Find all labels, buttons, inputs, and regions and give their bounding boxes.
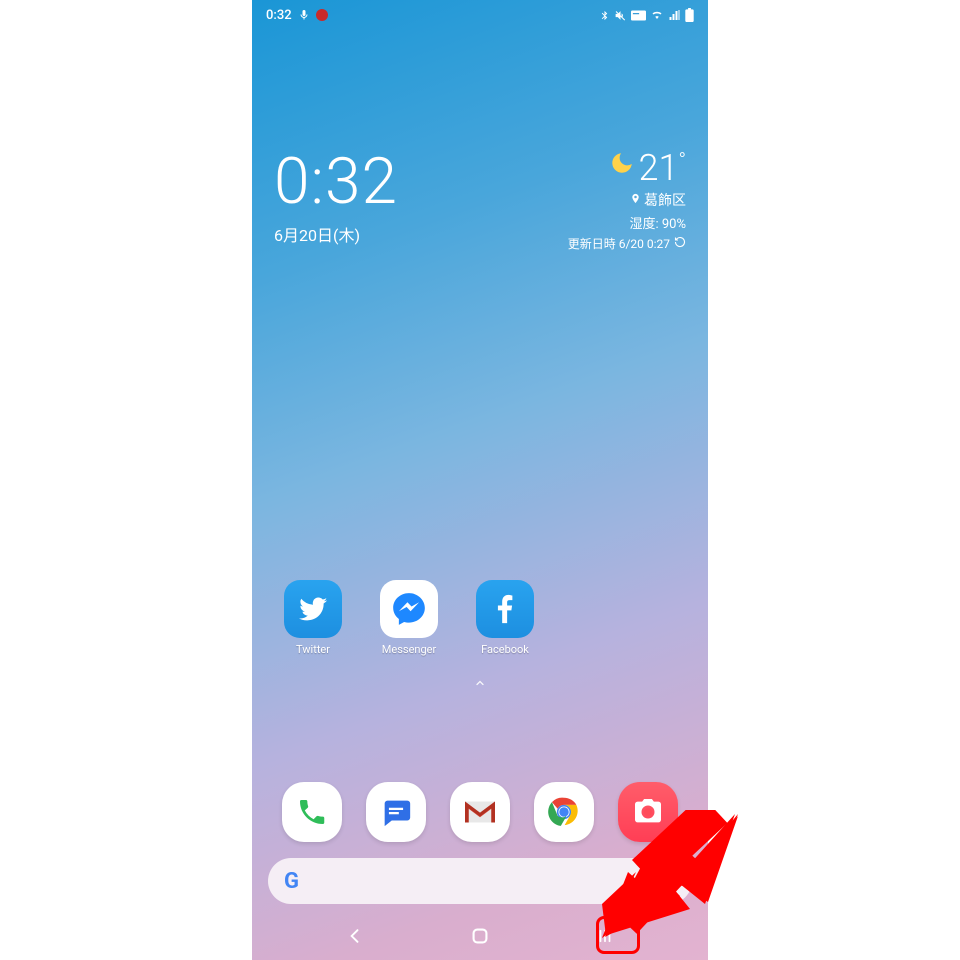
app-label: Twitter: [296, 643, 330, 656]
app-label: Messenger: [382, 643, 436, 656]
google-logo-icon: G: [284, 869, 299, 894]
battery-icon: [685, 8, 694, 22]
wifi-icon: [650, 9, 664, 21]
google-assistant-icon[interactable]: [644, 877, 676, 885]
google-search-bar[interactable]: G: [268, 858, 692, 904]
card-icon: [631, 10, 646, 21]
dock-gmail[interactable]: [450, 782, 510, 842]
home-apps-row: Twitter Messenger Facebook: [252, 580, 708, 656]
moon-icon: [609, 150, 635, 180]
record-dot-icon: [316, 9, 328, 21]
app-label: Facebook: [481, 643, 529, 656]
clock-widget[interactable]: 0:32 6月20日(木): [274, 150, 398, 252]
back-button[interactable]: [335, 916, 375, 956]
status-bar[interactable]: 0:32: [252, 0, 708, 30]
mic-icon: [298, 9, 310, 21]
weather-location: 葛飾区: [644, 190, 686, 210]
weather-widget[interactable]: 21° 葛飾区 湿度: 90% 更新日時 6/20 0:27: [568, 150, 686, 252]
messages-icon: [366, 782, 426, 842]
signal-icon: [668, 9, 681, 21]
clock-time: 0:32: [274, 150, 398, 214]
chrome-icon: [534, 782, 594, 842]
recents-button[interactable]: [585, 916, 625, 956]
app-twitter[interactable]: Twitter: [280, 580, 346, 656]
app-messenger[interactable]: Messenger: [376, 580, 442, 656]
status-time: 0:32: [266, 8, 292, 23]
dock: [252, 782, 708, 842]
facebook-icon: [476, 580, 534, 638]
weather-temperature: 21°: [639, 150, 687, 186]
dock-camera[interactable]: [618, 782, 678, 842]
chevron-up-icon[interactable]: [471, 674, 489, 693]
dock-messages[interactable]: [366, 782, 426, 842]
system-nav-bar: [252, 912, 708, 960]
weather-update-time: 更新日時 6/20 0:27: [568, 235, 670, 252]
dock-phone[interactable]: [282, 782, 342, 842]
gmail-icon: [450, 782, 510, 842]
refresh-icon[interactable]: [674, 236, 686, 251]
location-pin-icon: [630, 192, 641, 208]
messenger-icon: [380, 580, 438, 638]
clock-date: 6月20日(木): [274, 222, 398, 246]
dock-chrome[interactable]: [534, 782, 594, 842]
weather-humidity: 湿度: 90%: [568, 213, 686, 232]
home-button[interactable]: [460, 916, 500, 956]
bluetooth-icon: [599, 9, 610, 22]
phone-icon: [282, 782, 342, 842]
camera-icon: [618, 782, 678, 842]
mute-icon: [614, 9, 627, 22]
phone-home-screen: 0:32: [252, 0, 708, 960]
app-facebook[interactable]: Facebook: [472, 580, 538, 656]
twitter-icon: [284, 580, 342, 638]
